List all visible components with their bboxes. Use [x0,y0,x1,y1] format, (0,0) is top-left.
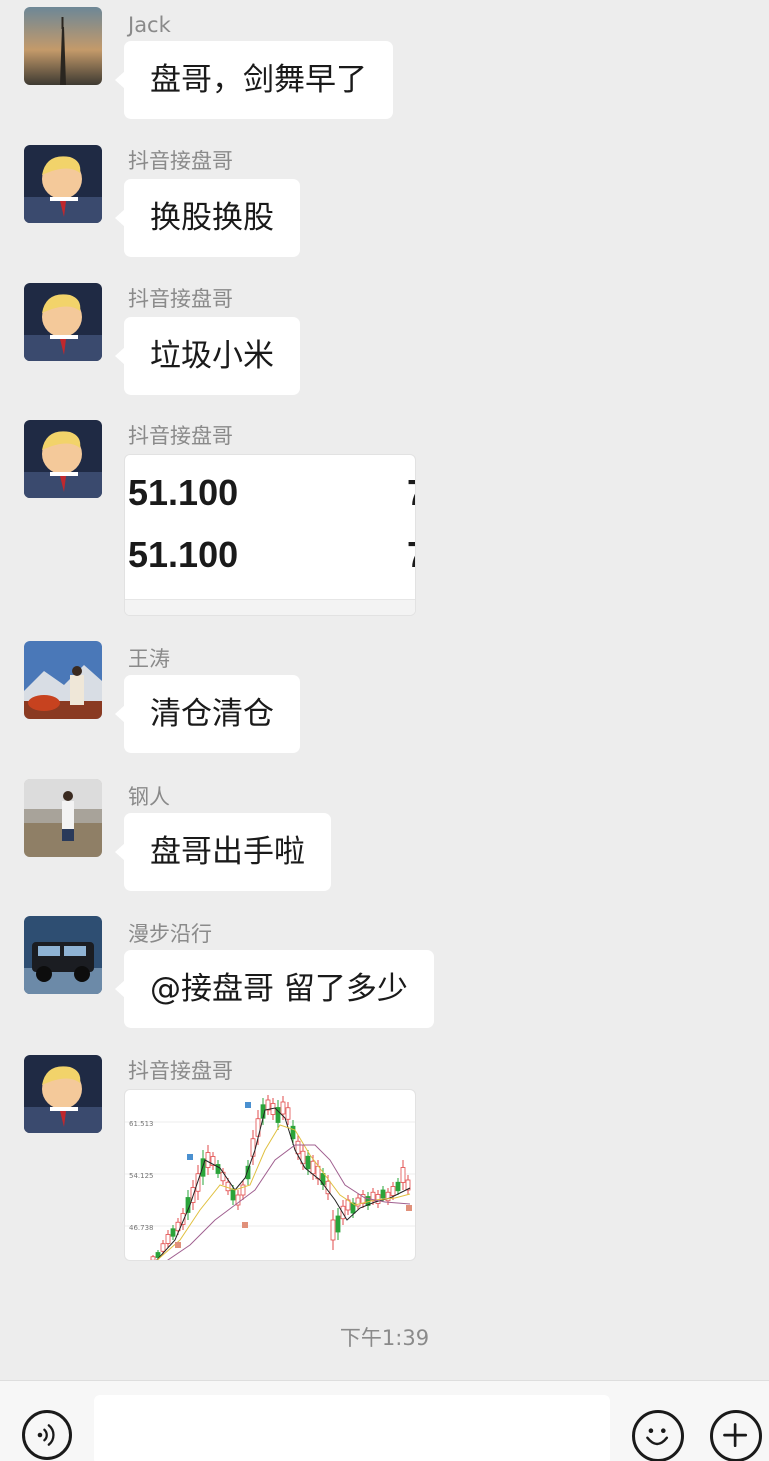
image-number-row: 51.100 7 [125,524,415,586]
candle-body [380,1189,386,1199]
sender-avatar[interactable] [24,1055,102,1133]
chat-timestamp: 下午1:39 [339,1326,430,1350]
mountain-person-avatar [24,641,102,719]
candle-body [395,1181,401,1192]
chart-image-message[interactable]: 61.513 54.125 46.738 [124,1089,416,1261]
message-bubble[interactable]: 盘哥出手啦 [115,813,331,891]
sunset-tower-avatar [24,7,102,85]
marker-b [187,1154,193,1160]
message-bubble[interactable]: 换股换股 [115,179,300,257]
sender-avatar[interactable] [24,420,102,498]
sender-name: 王涛 [128,647,170,671]
candle-body [390,1186,396,1196]
kline-chart: 61.513 54.125 46.738 [125,1095,415,1260]
plus-button[interactable] [710,1410,762,1461]
image-number: 51.100 [128,534,239,575]
image-number-row: 51.100 7 [125,462,415,524]
message-input[interactable] [94,1395,610,1461]
candle-body [150,1256,156,1260]
sender-name: 抖音接盘哥 [128,287,233,311]
sender-name: 抖音接盘哥 [128,1059,233,1083]
message-bubble[interactable]: 垃圾小米 [115,317,300,395]
y-tick-label: 54.125 [129,1172,154,1180]
candle-body [280,1101,286,1115]
candle-body [170,1228,176,1237]
emoji-button[interactable] [632,1410,684,1461]
sender-name: Jack [128,13,171,37]
input-bar [0,1380,769,1461]
beach-person-avatar [24,779,102,857]
voice-button[interactable] [22,1410,72,1460]
sender-avatar[interactable] [24,779,102,857]
cartoon-avatar [24,1055,102,1133]
image-number: 51.100 [128,472,239,513]
sender-name: 钢人 [128,785,170,809]
y-tick-label: 61.513 [129,1120,154,1128]
sender-name: 抖音接盘哥 [128,149,233,173]
sender-avatar[interactable] [24,145,102,223]
message-bubble[interactable]: @接盘哥 留了多少 [115,950,434,1028]
cartoon-avatar [24,283,102,361]
sender-avatar[interactable] [24,916,102,994]
message-bubble[interactable]: 清仓清仓 [115,675,300,753]
candle-body [385,1191,391,1202]
sender-avatar[interactable] [24,283,102,361]
candle-body [165,1234,171,1244]
candle-body [330,1219,336,1241]
cartoon-avatar [24,420,102,498]
marker-b [245,1102,251,1108]
candle-body [310,1160,316,1175]
image-cut-digit: 7 [407,524,415,586]
candle-body [400,1167,406,1183]
candle-body [225,1181,231,1192]
candle-body [375,1194,381,1204]
marker-s [175,1242,181,1248]
candle-body [305,1155,311,1170]
sender-name: 抖音接盘哥 [128,424,233,448]
y-tick-label: 46.738 [129,1224,154,1232]
candle-body [265,1099,271,1111]
candle-body [285,1107,291,1120]
image-cut-digit: 7 [407,462,415,524]
marker-s [242,1222,248,1228]
candle-body [160,1243,166,1252]
plus-icon [723,1423,748,1448]
candle-body [220,1171,226,1182]
candle-body [335,1215,341,1233]
sender-avatar[interactable] [24,641,102,719]
candle-body [250,1138,256,1157]
suv-avatar [24,916,102,994]
candle-body [205,1152,211,1168]
candle-body [230,1189,236,1201]
candles [150,1095,411,1260]
image-message[interactable]: 51.100 7 51.100 7 [124,454,416,616]
sender-name: 漫步沿行 [128,922,212,946]
message-bubble[interactable]: 盘哥，剑舞早了 [115,41,393,119]
candle-body [290,1125,296,1140]
image-footer-strip [125,599,415,615]
marker-s [406,1205,412,1211]
cartoon-avatar [24,145,102,223]
emoji-icon [646,1428,669,1446]
sender-avatar[interactable] [24,7,102,85]
voice-icon [37,1424,55,1446]
